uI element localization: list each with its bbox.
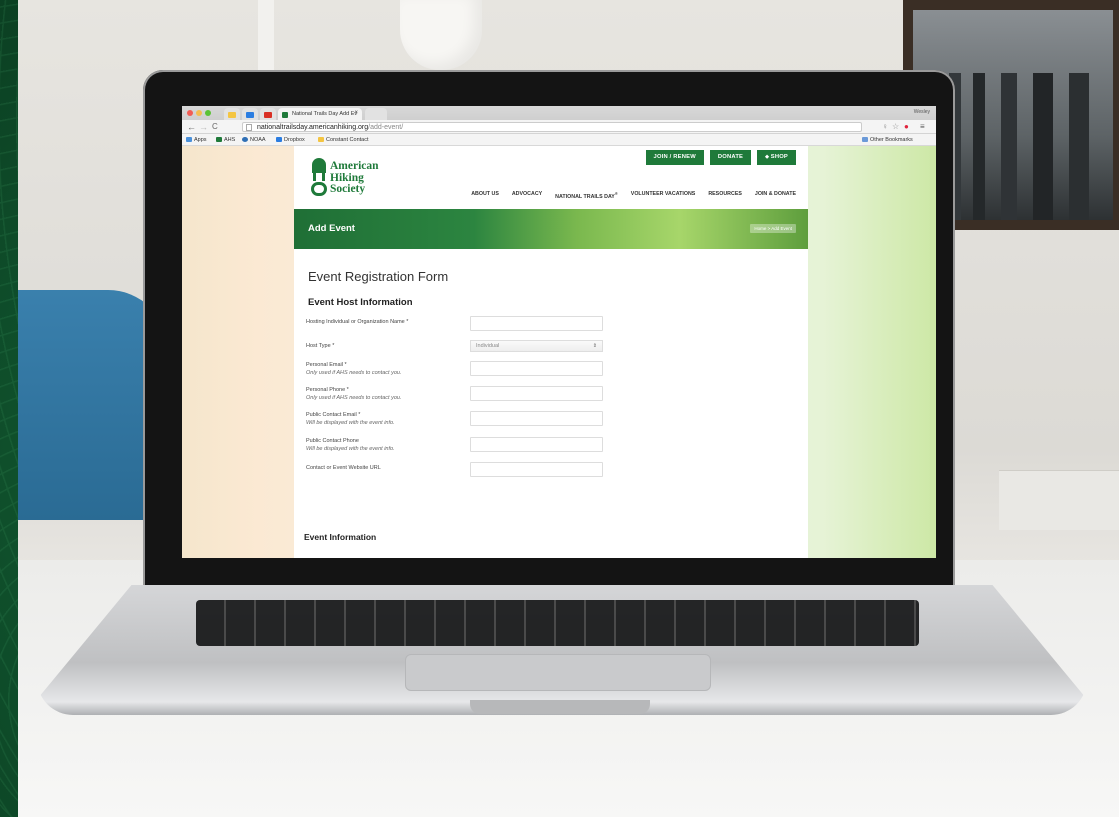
address-bar[interactable]: nationaltrailsday.americanhiking.org/add… xyxy=(242,122,862,132)
main-nav: ABOUT US ADVOCACY NATIONAL TRAILS DAY® V… xyxy=(471,191,796,200)
host-name-input[interactable] xyxy=(470,316,603,331)
tab-active[interactable]: National Trails Day Add Ev × xyxy=(278,108,362,120)
nav-join-donate[interactable]: JOIN & DONATE xyxy=(755,191,796,200)
tab-pinned-2[interactable] xyxy=(242,108,258,120)
tab-label: National Trails Day Add Ev xyxy=(292,111,358,117)
shop-button[interactable]: SHOP xyxy=(757,150,796,165)
apps-grid-icon xyxy=(186,137,192,142)
nav-national-trails-day[interactable]: NATIONAL TRAILS DAY® xyxy=(555,191,618,200)
field-label: Host Type * xyxy=(306,343,335,349)
page-banner: Add Event Home > Add Event xyxy=(294,209,808,249)
host-type-select[interactable]: Individual ⇕ xyxy=(470,340,603,352)
minimize-window-icon[interactable] xyxy=(196,110,202,116)
tab-pinned-3[interactable] xyxy=(260,108,276,120)
folder-icon xyxy=(318,137,324,142)
website-url-input[interactable] xyxy=(470,462,603,477)
nav-volunteer-vacations[interactable]: VOLUNTEER VACATIONS xyxy=(631,191,696,200)
lightbulb-icon[interactable]: ♀ xyxy=(882,122,888,132)
noaa-icon xyxy=(242,137,248,142)
nav-resources[interactable]: RESOURCES xyxy=(708,191,742,200)
keyboard xyxy=(196,600,919,646)
public-email-input[interactable] xyxy=(470,411,603,426)
bookmark-star-icon[interactable]: ☆ xyxy=(892,122,899,132)
tab-pinned-1[interactable] xyxy=(224,108,240,120)
back-icon[interactable]: ← xyxy=(187,122,196,132)
folder-icon xyxy=(862,137,868,142)
field-label: Contact or Event Website URL xyxy=(306,465,381,471)
close-tab-icon[interactable]: × xyxy=(354,110,358,116)
url-host: nationaltrailsday.americanhiking.org xyxy=(257,124,369,131)
trackpad xyxy=(405,654,711,691)
nav-advocacy[interactable]: ADVOCACY xyxy=(512,191,542,200)
vase xyxy=(400,0,482,70)
menu-icon[interactable]: ≡ xyxy=(920,122,925,132)
forward-icon[interactable]: → xyxy=(199,122,208,132)
join-renew-button[interactable]: JOIN / RENEW xyxy=(645,150,704,165)
profile-name[interactable]: Wesley xyxy=(914,109,930,115)
nav-about-us[interactable]: ABOUT US xyxy=(471,191,499,200)
shelf xyxy=(999,470,1119,530)
url-path: /add-event/ xyxy=(368,124,404,131)
download-icon xyxy=(246,112,254,118)
new-tab-button[interactable] xyxy=(365,108,387,120)
event-section-title: Event Information xyxy=(304,532,377,542)
page-title: Add Event xyxy=(308,223,355,234)
ahs-icon xyxy=(216,137,222,142)
bookmarks-bar: Apps AHS NOAA Dropbox Constant Contact O… xyxy=(182,134,936,146)
bookmark-other[interactable]: Other Bookmarks xyxy=(862,137,913,143)
select-arrows-icon: ⇕ xyxy=(592,343,597,349)
form-title: Event Registration Form xyxy=(308,269,449,284)
field-label: Public Contact Phone Will be displayed wi… xyxy=(306,438,395,452)
zoom-window-icon[interactable] xyxy=(205,110,211,116)
field-label: Personal Email * Only used if AHS needs t… xyxy=(306,362,402,376)
top-buttons: JOIN / RENEW DONATE SHOP xyxy=(645,150,796,165)
pencil-icon xyxy=(228,112,236,118)
breadcrumb[interactable]: Home > Add Event xyxy=(750,224,796,233)
logo-text: American Hiking Society xyxy=(330,160,379,195)
bookmark-noaa[interactable]: NOAA xyxy=(242,137,266,143)
personal-phone-input[interactable] xyxy=(470,386,603,401)
bookmark-ahs[interactable]: AHS xyxy=(216,137,235,143)
pinterest-icon[interactable]: ● xyxy=(904,122,909,132)
browser-tab-bar: National Trails Day Add Ev × Wesley xyxy=(182,106,936,120)
webpage: JOIN / RENEW DONATE SHOP American Hiking… xyxy=(182,146,936,558)
close-window-icon[interactable] xyxy=(187,110,193,116)
browser-toolbar: ← → C nationaltrailsday.americanhiking.o… xyxy=(182,120,936,134)
public-phone-input[interactable] xyxy=(470,437,603,452)
personal-email-input[interactable] xyxy=(470,361,603,376)
bookmark-apps[interactable]: Apps xyxy=(186,137,207,143)
host-section-title: Event Host Information xyxy=(308,297,413,308)
donate-button[interactable]: DONATE xyxy=(709,150,752,165)
field-label: Public Contact Email * Will be displayed … xyxy=(306,412,395,426)
laptop-lip xyxy=(470,700,650,714)
dropbox-icon xyxy=(276,137,282,142)
page-content: JOIN / RENEW DONATE SHOP American Hiking… xyxy=(294,146,808,558)
gmail-icon xyxy=(264,112,272,118)
ahs-favicon-icon xyxy=(282,112,288,118)
field-label: Hosting Individual or Organization Name … xyxy=(306,319,409,325)
laptop-screen: National Trails Day Add Ev × Wesley ← → … xyxy=(182,106,936,558)
bookmark-dropbox[interactable]: Dropbox xyxy=(276,137,305,143)
bookmark-constant-contact[interactable]: Constant Contact xyxy=(318,137,369,143)
page-icon xyxy=(246,124,252,131)
field-label: Personal Phone * Only used if AHS needs t… xyxy=(306,387,402,401)
reload-icon[interactable]: C xyxy=(212,122,218,132)
ahs-logo-icon xyxy=(310,158,328,196)
